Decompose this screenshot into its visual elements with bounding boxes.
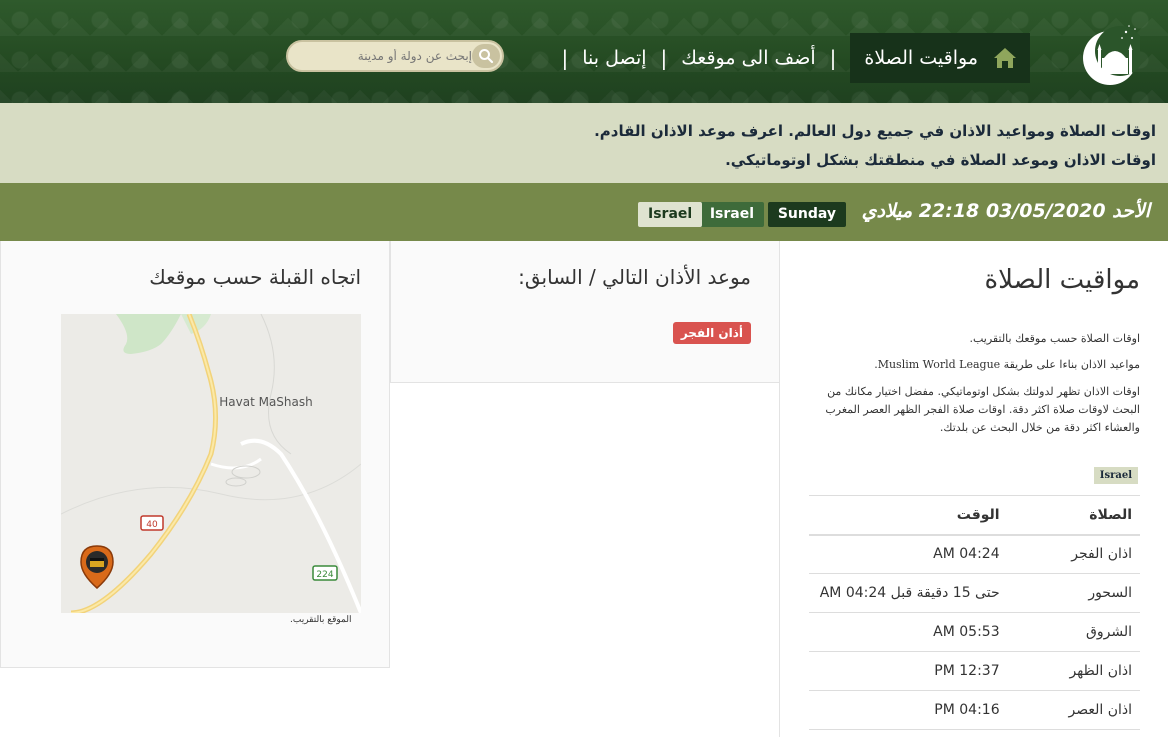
prayer-time: 12:37 PM: [809, 651, 1060, 691]
prayer-info-1: اوقات الصلاة حسب موقعك بالتقريب.: [969, 332, 1141, 345]
current-date: الأحد 03/05/2020 22:18 ميلادي: [861, 200, 1150, 222]
table-header-row: الصلاة الوقت: [809, 495, 1140, 536]
table-row: اذان الظهر 12:37 PM: [809, 651, 1140, 691]
map-graphic: Havat MaShash 40 224: [61, 314, 361, 613]
next-prayer-title: موعد الأذان التالي / السابق:: [518, 265, 751, 289]
prayer-times-table: الصلاة الوقت اذان الفجر 04:24 AM السحور …: [809, 495, 1140, 730]
prayer-info-2: مواعيد الاذان بناءا على طريقة Muslim Wor…: [874, 358, 1140, 371]
column-header-prayer: الصلاة: [1059, 495, 1140, 536]
next-prayer-badge: أذان الفجر: [672, 322, 751, 344]
nav-link-contact[interactable]: إتصل بنا: [582, 47, 646, 69]
road-40-label: 40: [146, 520, 158, 530]
table-row: الشروق 05:53 AM: [809, 612, 1140, 652]
qibla-title: اتجاه القبلة حسب موقعك: [149, 265, 361, 289]
search-box: [286, 40, 504, 72]
nav-separator: |: [829, 46, 837, 70]
intro-line-2: اوقات الاذان وموعد الصلاة في منطقتك بشكل…: [725, 151, 1156, 169]
intro-line-1: اوقات الصلاة ومواعيد الاذان في جميع دول …: [594, 122, 1156, 140]
country-tag: Israel: [1093, 467, 1138, 484]
country-badge: Israel: [699, 202, 764, 227]
day-badge: Sunday: [767, 202, 846, 227]
qibla-map[interactable]: Havat MaShash 40 224: [61, 314, 361, 613]
site-header: مواقيت الصلاة | أضف الى موقعك | إتصل بنا…: [0, 0, 1168, 103]
table-row: اذان الفجر 04:24 AM: [809, 534, 1140, 574]
prayer-name: اذان العصر: [1059, 690, 1140, 730]
column-header-time: الوقت: [809, 495, 1060, 536]
prayer-time: 04:16 PM: [809, 690, 1060, 730]
mosque-logo-icon[interactable]: [1080, 24, 1140, 86]
table-row: السحور حتى 15 دقيقة قبل 04:24 AM: [809, 573, 1140, 613]
prayer-name: اذان الظهر: [1059, 651, 1140, 691]
prayer-time: حتى 15 دقيقة قبل 04:24 AM: [809, 573, 1060, 613]
nav-separator: |: [660, 46, 668, 70]
nav-link-add-location[interactable]: أضف الى موقعك: [681, 47, 815, 69]
main-nav: مواقيت الصلاة | أضف الى موقعك | إتصل بنا…: [548, 33, 1030, 83]
search-icon: [479, 49, 494, 64]
prayer-times-title: مواقيت الصلاة: [984, 265, 1140, 295]
table-row: اذان العصر 04:16 PM: [809, 690, 1140, 730]
map-place-label: Havat MaShash: [219, 395, 313, 409]
nav-link-prayer-times[interactable]: مواقيت الصلاة: [864, 47, 978, 69]
prayer-name: السحور: [1059, 573, 1140, 613]
map-caption: الموقع بالتقريب.: [290, 615, 352, 625]
date-bar: الأحد 03/05/2020 22:18 ميلادي Sunday Isr…: [0, 183, 1168, 241]
prayer-name: اذان الفجر: [1059, 534, 1140, 574]
prayer-name: الشروق: [1059, 612, 1140, 652]
next-prayer-panel: موعد الأذان التالي / السابق: أذان الفجر: [390, 241, 779, 383]
road-224-label: 224: [316, 570, 333, 580]
intro-band: اوقات الصلاة ومواعيد الاذان في جميع دول …: [0, 103, 1168, 183]
prayer-info-3: اوقات الاذان تظهر لدولتك بشكل اوتوماتيكي…: [825, 385, 1140, 434]
search-input[interactable]: [302, 49, 472, 63]
nav-separator: |: [561, 46, 569, 70]
search-button[interactable]: [472, 44, 500, 68]
home-icon[interactable]: [992, 46, 1018, 70]
prayer-time: 05:53 AM: [809, 612, 1060, 652]
prayer-time: 04:24 AM: [809, 534, 1060, 574]
nav-home-group[interactable]: مواقيت الصلاة: [850, 33, 1030, 83]
country-badge-light: Israel: [638, 202, 703, 227]
